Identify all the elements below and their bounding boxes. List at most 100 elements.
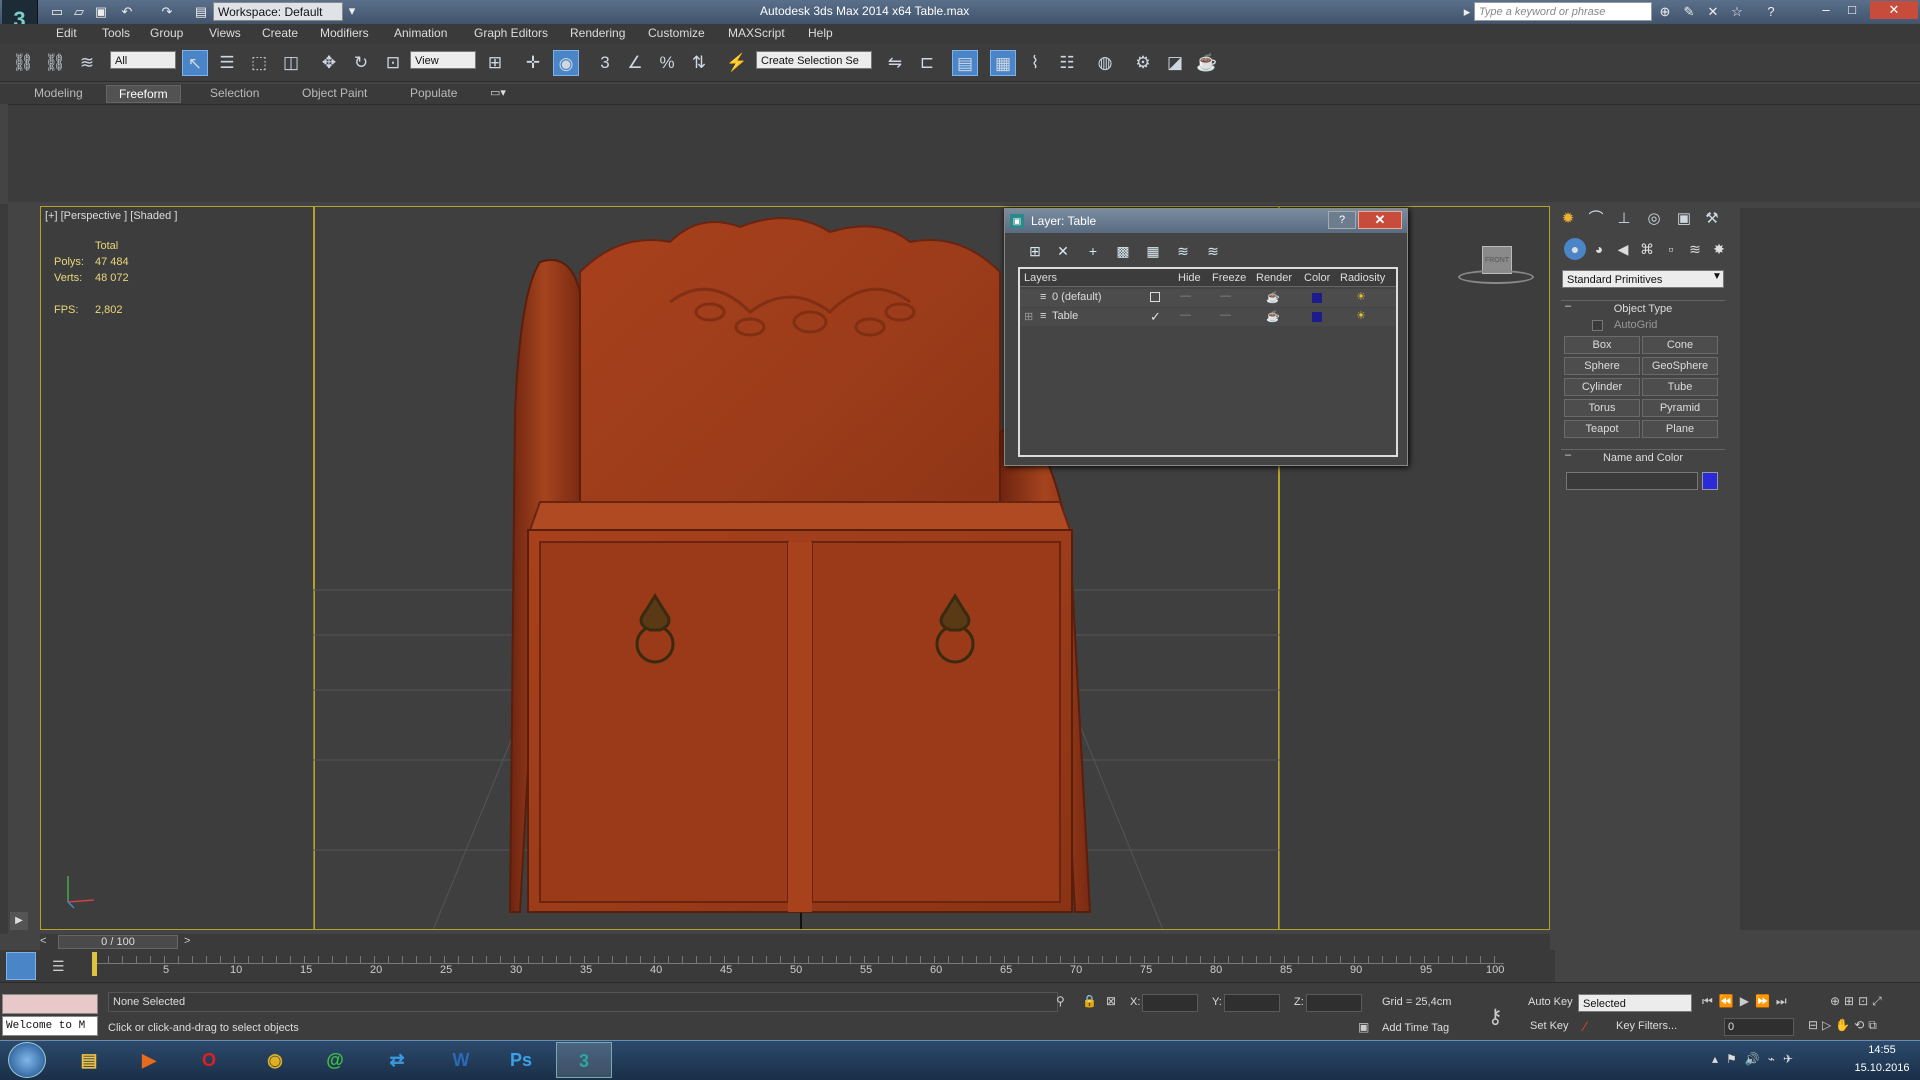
motion-tab-icon[interactable]: ◎ bbox=[1642, 208, 1666, 230]
hide-all-layers-icon[interactable]: ≋ bbox=[1172, 241, 1194, 261]
new-file-icon[interactable]: ▭ bbox=[48, 3, 66, 21]
chevron-down-icon[interactable]: ▾ bbox=[343, 2, 361, 20]
edit-named-selection-icon[interactable]: ⚡ bbox=[724, 50, 750, 76]
key-icon[interactable]: ⚷ bbox=[1488, 1004, 1503, 1029]
search-input[interactable]: Type a keyword or phrase bbox=[1474, 2, 1652, 21]
tab-populate[interactable]: Populate bbox=[410, 86, 457, 100]
time-tag-icon[interactable]: ▣ bbox=[1358, 1020, 1369, 1034]
lock-icon[interactable]: 🔒 bbox=[1082, 994, 1097, 1008]
modify-tab-icon[interactable]: ⌒ bbox=[1584, 208, 1608, 230]
binoculars-icon[interactable]: ⊕ bbox=[1656, 3, 1674, 21]
menu-group[interactable]: Group bbox=[150, 26, 183, 40]
minimize-icon[interactable]: – bbox=[1814, 1, 1838, 19]
menu-maxscript[interactable]: MAXScript bbox=[728, 26, 785, 40]
object-type-rollout-header[interactable]: Object Type bbox=[1561, 300, 1725, 316]
menu-create[interactable]: Create bbox=[262, 26, 298, 40]
time-slider-thumb[interactable]: 0 / 100 bbox=[58, 935, 178, 949]
select-by-name-icon[interactable]: ☰ bbox=[214, 50, 240, 76]
cone-button[interactable]: Cone bbox=[1642, 336, 1718, 354]
unlink-icon[interactable]: ⛓ bbox=[42, 50, 68, 76]
scale-icon[interactable]: ⊡ bbox=[380, 50, 406, 76]
3ds-max-icon[interactable]: 3 bbox=[556, 1042, 612, 1078]
playback-controls[interactable]: ⏮⏪▶⏩⏭ bbox=[1702, 994, 1793, 1009]
mirror-icon[interactable]: ⇋ bbox=[882, 50, 908, 76]
teapot-icon[interactable]: ☕ bbox=[1266, 291, 1280, 304]
autogrid-checkbox[interactable] bbox=[1592, 320, 1603, 331]
help-icon[interactable]: ? bbox=[1762, 3, 1780, 21]
keyboard-shortcut-toggle-icon[interactable]: ◉ bbox=[553, 50, 579, 76]
rendered-frame-window-icon[interactable]: ◪ bbox=[1162, 50, 1188, 76]
geosphere-button[interactable]: GeoSphere bbox=[1642, 357, 1718, 375]
menu-animation[interactable]: Animation bbox=[394, 26, 447, 40]
systems-icon[interactable]: ✸ bbox=[1708, 238, 1730, 260]
menu-edit[interactable]: Edit bbox=[56, 26, 77, 40]
column-render[interactable]: Render bbox=[1256, 272, 1292, 284]
menu-help[interactable]: Help bbox=[808, 26, 833, 40]
window-crossing-icon[interactable]: ◫ bbox=[278, 50, 304, 76]
x-coordinate-input[interactable] bbox=[1142, 994, 1198, 1012]
menu-graph-editors[interactable]: Graph Editors bbox=[474, 26, 548, 40]
schematic-view-icon[interactable]: ☷ bbox=[1054, 50, 1080, 76]
maximize-icon[interactable]: □ bbox=[1840, 1, 1864, 19]
radiosity-sun-icon[interactable]: ☀ bbox=[1356, 309, 1366, 322]
current-layer-check-icon[interactable]: ✓ bbox=[1150, 309, 1161, 325]
layer-color-swatch[interactable] bbox=[1312, 293, 1322, 303]
move-icon[interactable]: ✥ bbox=[316, 50, 342, 76]
undo-icon[interactable]: ↶ bbox=[118, 3, 136, 21]
current-frame-input[interactable]: 0 bbox=[1724, 1018, 1794, 1036]
track-bar-menu-icon[interactable]: ☰ bbox=[52, 958, 65, 975]
tab-selection[interactable]: Selection bbox=[210, 86, 259, 100]
current-frame-marker[interactable] bbox=[92, 952, 97, 976]
selection-filter-dropdown[interactable]: All bbox=[110, 51, 176, 69]
viewcube-ring[interactable] bbox=[1458, 270, 1534, 284]
favorites-star-icon[interactable]: ☆ bbox=[1728, 3, 1746, 21]
help-button[interactable]: ? bbox=[1328, 211, 1356, 229]
shapes-icon[interactable]: ◕ bbox=[1588, 238, 1610, 260]
mail-agent-icon[interactable]: @ bbox=[310, 1042, 360, 1078]
angle-snap-icon[interactable]: ∠ bbox=[622, 50, 648, 76]
project-folder-icon[interactable]: ▤ bbox=[192, 3, 210, 21]
viewport-expand-icon[interactable]: ▶ bbox=[10, 912, 28, 930]
add-time-tag[interactable]: Add Time Tag bbox=[1382, 1022, 1449, 1034]
add-to-layer-icon[interactable]: + bbox=[1082, 241, 1104, 261]
time-next-icon[interactable]: > bbox=[184, 935, 190, 947]
tab-modeling[interactable]: Modeling bbox=[34, 86, 83, 100]
spinner-snap-icon[interactable]: ⇅ bbox=[686, 50, 712, 76]
link-icon[interactable]: ⛓ bbox=[10, 50, 36, 76]
align-icon[interactable]: ⊏ bbox=[914, 50, 940, 76]
sphere-button[interactable]: Sphere bbox=[1564, 357, 1640, 375]
render-setup-icon[interactable]: ⚙ bbox=[1130, 50, 1156, 76]
named-selection-dropdown[interactable]: Create Selection Se bbox=[756, 51, 872, 69]
bind-space-warp-icon[interactable]: ≋ bbox=[74, 50, 100, 76]
cylinder-button[interactable]: Cylinder bbox=[1564, 378, 1640, 396]
column-freeze[interactable]: Freeze bbox=[1212, 272, 1246, 284]
maxscript-listener-input[interactable]: Welcome to M bbox=[2, 1016, 98, 1036]
save-icon[interactable]: ▣ bbox=[92, 3, 110, 21]
set-key-filter-icon[interactable]: ⁄ bbox=[1584, 1018, 1586, 1034]
space-warps-icon[interactable]: ≋ bbox=[1684, 238, 1706, 260]
menu-modifiers[interactable]: Modifiers bbox=[320, 26, 369, 40]
cameras-icon[interactable]: ⌘ bbox=[1636, 238, 1658, 260]
media-player-icon[interactable]: ▶ bbox=[124, 1042, 174, 1078]
select-object-icon[interactable]: ↖ bbox=[182, 50, 208, 76]
object-color-swatch[interactable] bbox=[1702, 472, 1718, 490]
word-icon[interactable]: W bbox=[436, 1042, 486, 1078]
collapse-icon[interactable]: – bbox=[1565, 449, 1571, 461]
layer-manager-icon[interactable]: ▤ bbox=[952, 50, 978, 76]
radiosity-sun-icon[interactable]: ☀ bbox=[1356, 290, 1366, 303]
utilities-tab-icon[interactable]: ⚒ bbox=[1700, 208, 1724, 230]
freeze-toggle[interactable]: — bbox=[1220, 290, 1231, 302]
category-dropdown[interactable]: Standard Primitives bbox=[1562, 270, 1724, 288]
lights-icon[interactable]: ◀ bbox=[1612, 238, 1634, 260]
create-tab-icon[interactable]: ✹ bbox=[1556, 208, 1580, 230]
open-file-icon[interactable]: ▱ bbox=[70, 3, 88, 21]
y-coordinate-input[interactable] bbox=[1224, 994, 1280, 1012]
snaps-toggle-icon[interactable]: 3 bbox=[592, 50, 618, 76]
curve-editor-icon[interactable]: ⌇ bbox=[1022, 50, 1048, 76]
redo-icon[interactable]: ↷ bbox=[158, 3, 176, 21]
timeline-ruler[interactable] bbox=[94, 956, 1504, 964]
geometry-icon[interactable]: ● bbox=[1564, 238, 1586, 260]
maxscript-listener-pink[interactable] bbox=[2, 994, 98, 1014]
manipulate-icon[interactable]: ✛ bbox=[520, 50, 546, 76]
time-prev-icon[interactable]: < bbox=[40, 935, 46, 947]
